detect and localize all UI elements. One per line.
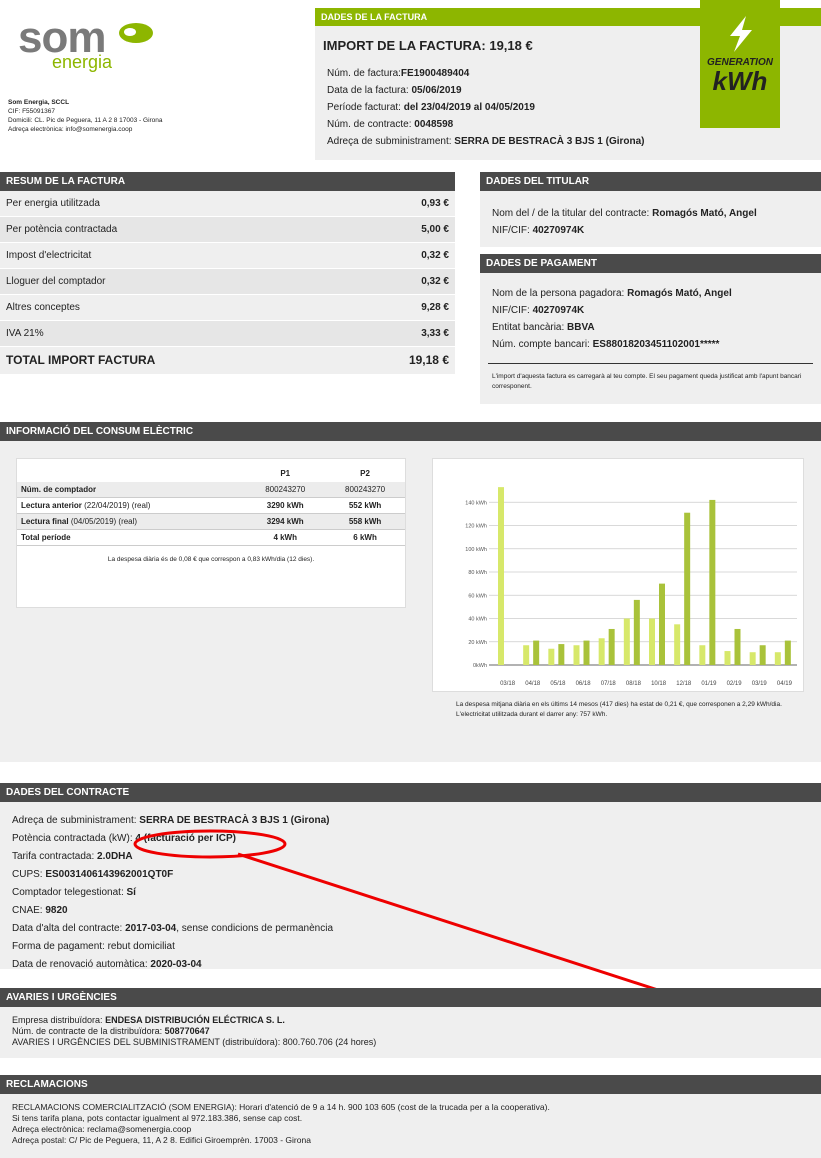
claims-box: RECLAMACIONS RECLAMACIONS COMERCIALITZAC…	[0, 1075, 821, 1158]
claims-header: RECLAMACIONS	[0, 1075, 821, 1094]
annotation-overlay	[133, 829, 752, 1022]
distributor-contract: Núm. de contracte de la distribuïdora: 5…	[12, 1026, 210, 1036]
annotation-ellipse	[133, 829, 287, 859]
faults-phone: AVARIES I URGÈNCIES DEL SUBMINISTRAMENT …	[12, 1037, 377, 1047]
claims-email: Adreça electrònica: reclama@somenergia.c…	[12, 1124, 192, 1134]
claims-address: Adreça postal: C/ Pic de Peguera, 11, A …	[12, 1135, 311, 1145]
claims-line2: Si tens tarifa plana, pots contactar igu…	[12, 1113, 303, 1123]
distributor: Empresa distribuïdora: ENDESA DISTRIBUCI…	[12, 1015, 285, 1025]
claims-line1: RECLAMACIONS COMERCIALITZACIÓ (SOM ENERG…	[12, 1102, 550, 1112]
faults-header: AVARIES I URGÈNCIES	[0, 988, 821, 1007]
faults-box: AVARIES I URGÈNCIES Empresa distribuïdor…	[0, 988, 821, 1058]
